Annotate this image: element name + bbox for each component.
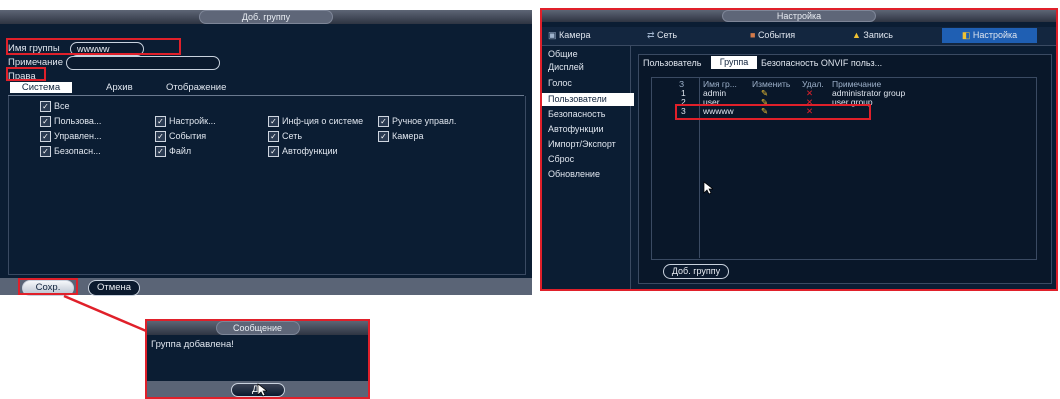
tab-record[interactable]: ▲ Запись <box>852 30 893 40</box>
subtab-group[interactable]: Группа <box>711 56 757 69</box>
menu-audio[interactable]: Голос <box>542 77 634 90</box>
menu-users[interactable]: Пользователи <box>542 93 634 106</box>
add-group-dialog: Доб. группу Имя группы wwwww Примечание … <box>0 10 532 296</box>
tab-record-label: Запись <box>863 30 893 40</box>
delete-icon[interactable]: ✕ <box>806 106 813 117</box>
perm-label: Автофункции <box>282 146 338 156</box>
camera-icon: ▣ <box>548 30 560 40</box>
tab-network[interactable]: ⇄ Сеть <box>647 30 677 41</box>
note-label: Примечание <box>8 57 63 68</box>
menu-update[interactable]: Обновление <box>542 168 634 181</box>
perm-network[interactable]: ✓ Сеть <box>268 131 303 143</box>
perm-events[interactable]: ✓ События <box>155 131 207 143</box>
checkbox-icon: ✓ <box>40 101 51 113</box>
note-input[interactable] <box>66 56 220 70</box>
checkbox-icon: ✓ <box>40 131 51 143</box>
checkbox-icon: ✓ <box>155 131 166 143</box>
subtab-onvif[interactable]: Безопасность ONVIF польз... <box>761 58 882 68</box>
menu-security[interactable]: Безопасность <box>542 108 634 121</box>
menu-import-export[interactable]: Импорт/Экспорт <box>542 138 634 151</box>
menu-general[interactable]: Общие <box>542 48 634 61</box>
tab-settings-label: Настройка <box>972 30 1018 40</box>
menu-reset[interactable]: Сброс <box>542 153 634 166</box>
top-tabs: ▣ Камера ⇄ Сеть ■ События ▲ Запись ◧ Нас… <box>542 27 1056 46</box>
cursor-icon <box>257 383 267 397</box>
checkbox-icon: ✓ <box>268 146 279 158</box>
perm-system-info[interactable]: ✓ Инф-ция о системе <box>268 116 364 128</box>
checkbox-icon: ✓ <box>378 131 389 143</box>
row-num: 3 <box>681 106 686 116</box>
perm-camera[interactable]: ✓ Камера <box>378 131 424 143</box>
perm-manual-control[interactable]: ✓ Ручное управл. <box>378 116 457 128</box>
table-divider <box>699 77 700 258</box>
row-name: wwwww <box>703 106 734 116</box>
settings-title: Настройка <box>722 10 876 22</box>
tab-events-label: События <box>757 30 796 40</box>
checkbox-icon: ✓ <box>155 146 166 158</box>
tab-network-label: Сеть <box>657 30 678 40</box>
events-icon: ■ <box>750 30 758 40</box>
checkbox-icon: ✓ <box>378 116 389 128</box>
rights-tabs: Система Архив Отображение <box>8 81 524 96</box>
menu-autofunctions[interactable]: Автофункции <box>542 123 634 136</box>
subtab-user[interactable]: Пользователь <box>643 58 701 68</box>
tab-display[interactable]: Отображение <box>166 82 226 93</box>
network-icon: ⇄ <box>647 30 658 40</box>
perm-label: Файл <box>169 146 192 156</box>
settings-titlebar: Настройка <box>542 10 1056 22</box>
checkbox-icon: ✓ <box>40 116 51 128</box>
perm-all-label: Все <box>54 101 70 111</box>
perm-label: Настройк... <box>169 116 216 126</box>
tab-archive[interactable]: Архив <box>106 82 133 93</box>
checkbox-icon: ✓ <box>268 131 279 143</box>
perm-label: Камера <box>392 131 424 141</box>
col-header-edit: Изменить <box>752 79 791 89</box>
tab-camera[interactable]: ▣ Камера <box>548 30 590 41</box>
checkbox-icon: ✓ <box>155 116 166 128</box>
record-icon: ▲ <box>852 30 864 40</box>
dialog-titlebar: Доб. группу <box>0 10 532 24</box>
perm-users[interactable]: ✓ Пользова... <box>40 116 102 128</box>
perm-label: Управлен... <box>54 131 102 141</box>
settings-icon: ◧ <box>961 30 973 40</box>
perm-label: Ручное управл. <box>392 116 457 126</box>
perm-all[interactable]: ✓ Все <box>40 101 70 113</box>
perm-label: Безопасн... <box>54 146 101 156</box>
dialog-footer <box>0 278 532 295</box>
perm-file[interactable]: ✓ Файл <box>155 146 192 158</box>
edit-icon[interactable]: ✎ <box>761 106 768 117</box>
perm-security[interactable]: ✓ Безопасн... <box>40 146 101 158</box>
tab-events[interactable]: ■ События <box>750 30 795 40</box>
perm-autofunctions[interactable]: ✓ Автофункции <box>268 146 338 158</box>
users-content: Пользователь Группа Безопасность ONVIF п… <box>638 54 1052 284</box>
message-titlebar: Сообщение <box>147 321 368 335</box>
dialog-title: Доб. группу <box>199 10 333 24</box>
cursor-icon <box>703 181 713 195</box>
tab-settings[interactable]: ◧ Настройка <box>942 28 1037 43</box>
perm-label: События <box>169 131 207 141</box>
tab-system[interactable]: Система <box>10 82 72 93</box>
checkbox-icon: ✓ <box>268 116 279 128</box>
perm-management[interactable]: ✓ Управлен... <box>40 131 102 143</box>
row-note: user group <box>832 97 873 107</box>
message-dialog: Сообщение Группа добавлена! Да <box>145 319 370 399</box>
checkbox-icon: ✓ <box>40 146 51 158</box>
perm-label: Инф-ция о системе <box>282 116 364 126</box>
group-name-label: Имя группы <box>8 43 60 54</box>
perm-settings[interactable]: ✓ Настройк... <box>155 116 216 128</box>
tab-camera-label: Камера <box>559 30 591 40</box>
perm-label: Пользова... <box>54 116 102 126</box>
message-text: Группа добавлена! <box>151 339 234 350</box>
perm-label: Сеть <box>282 131 303 141</box>
menu-display[interactable]: Дисплей <box>542 61 634 74</box>
settings-window: Настройка ▣ Камера ⇄ Сеть ■ События ▲ За… <box>540 8 1058 291</box>
message-title: Сообщение <box>215 321 300 335</box>
settings-menu: Общие Дисплей Голос Пользователи Безопас… <box>542 46 634 289</box>
group-name-input[interactable]: wwwww <box>70 42 144 56</box>
add-group-button[interactable]: Доб. группу <box>663 264 729 279</box>
